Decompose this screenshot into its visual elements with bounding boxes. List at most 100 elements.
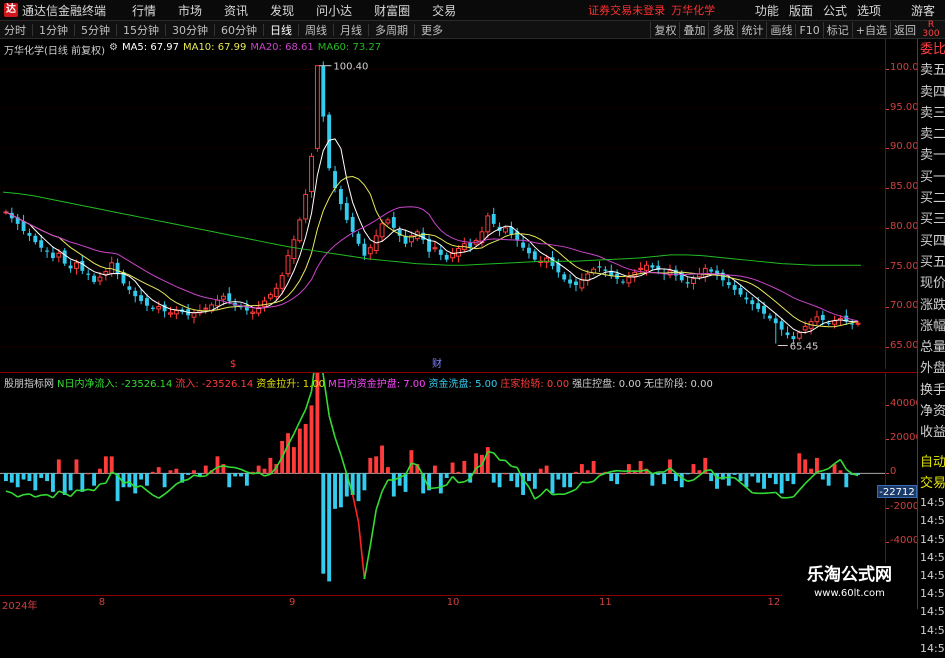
candle-body	[768, 316, 772, 319]
period-monthly[interactable]: 月线	[336, 22, 366, 38]
candle-body	[380, 224, 384, 237]
period-daily[interactable]: 日线	[266, 22, 296, 38]
candlestick-chart[interactable]: 100.4065.45$财	[0, 39, 885, 369]
candle	[362, 238, 366, 259]
period-60min[interactable]: 60分钟	[217, 22, 261, 38]
candle	[486, 213, 490, 238]
menu-wealth-circle[interactable]: 财富圈	[374, 2, 410, 19]
overlay-button[interactable]: 叠加	[679, 22, 708, 38]
side-item-12[interactable]: 涨跌	[918, 295, 945, 316]
side-item-8[interactable]: 买三	[918, 209, 945, 230]
menu-formula[interactable]: 公式	[823, 2, 847, 19]
candle-body	[774, 318, 778, 323]
adjust-button[interactable]: 复权	[650, 22, 679, 38]
period-5min[interactable]: 5分钟	[77, 22, 114, 38]
flow-line	[24, 494, 30, 495]
side-item-4[interactable]: 卖二	[918, 124, 945, 145]
side-item-0[interactable]: 委比	[918, 39, 945, 60]
side-lower-item-1[interactable]: 交易	[918, 473, 945, 494]
side-item-9[interactable]: 买四	[918, 231, 945, 252]
side-lower-item-0[interactable]: 自动	[918, 452, 945, 473]
side-item-13[interactable]: 涨幅	[918, 316, 945, 337]
flow-line	[341, 455, 347, 475]
multi-stock-button[interactable]: 多股	[708, 22, 737, 38]
candle-body	[63, 250, 67, 263]
flow-bar	[457, 472, 461, 474]
back-button[interactable]: 返回	[890, 22, 919, 38]
settings-icon[interactable]: ⚙	[109, 42, 118, 57]
period-15min[interactable]: 15分钟	[119, 22, 163, 38]
indicator-tick	[886, 542, 889, 543]
guest-label[interactable]: 游客	[911, 2, 935, 19]
side-item-3[interactable]: 卖三	[918, 103, 945, 124]
draw-line-button[interactable]: 画线	[766, 22, 795, 38]
side-item-10[interactable]: 买五	[918, 252, 945, 273]
side-item-16[interactable]: 换手	[918, 380, 945, 401]
menu-trade[interactable]: 交易	[432, 2, 456, 19]
side-item-2[interactable]: 卖四	[918, 82, 945, 103]
candle-body	[339, 189, 343, 204]
flow-bar	[627, 464, 631, 473]
stats-button[interactable]: 统计	[737, 22, 766, 38]
period-intraday[interactable]: 分时	[0, 22, 30, 38]
side-item-7[interactable]: 买二	[918, 188, 945, 209]
period-toolbar: 分时 1分钟 5分钟 15分钟 30分钟 60分钟 日线 周线 月线 多周期 更…	[0, 21, 945, 39]
side-item-6[interactable]: 买一	[918, 167, 945, 188]
period-multi[interactable]: 多周期	[371, 22, 412, 38]
indicator-chart[interactable]	[0, 372, 885, 595]
price-tick-label: 75.00	[890, 261, 919, 272]
mark-button[interactable]: 标记	[823, 22, 852, 38]
flow-line	[241, 469, 247, 472]
flow-bar	[57, 459, 61, 473]
side-time-2: 14:56	[918, 531, 945, 549]
flow-line	[511, 466, 517, 467]
menu-quotes[interactable]: 行情	[132, 2, 156, 19]
candle	[656, 260, 660, 274]
flow-bar	[104, 456, 108, 473]
flow-bar	[204, 466, 208, 474]
flow-bar	[692, 464, 696, 473]
candle-body	[451, 253, 455, 257]
flow-bar	[697, 470, 701, 473]
menu-news[interactable]: 资讯	[224, 2, 248, 19]
candle-body	[75, 263, 79, 269]
side-item-1[interactable]: 卖五	[918, 60, 945, 81]
side-item-17[interactable]: 净资	[918, 401, 945, 422]
flow-bar	[245, 473, 249, 485]
period-1min[interactable]: 1分钟	[35, 22, 72, 38]
flow-bar	[110, 456, 114, 473]
candle-body	[786, 332, 790, 335]
f10-button[interactable]: F10	[795, 24, 822, 37]
side-item-18[interactable]: 收益	[918, 422, 945, 443]
candle	[815, 311, 819, 325]
candle-body	[104, 272, 108, 275]
menu-layout[interactable]: 版面	[789, 2, 813, 19]
period-weekly[interactable]: 周线	[301, 22, 331, 38]
login-status[interactable]: 证券交易未登录	[588, 2, 665, 18]
menu-function[interactable]: 功能	[755, 2, 779, 19]
flow-bar	[227, 473, 231, 487]
side-item-11[interactable]: 现价	[918, 273, 945, 294]
price-tick-label: 80.00	[890, 221, 919, 232]
ma60-line	[3, 192, 861, 265]
menu-market[interactable]: 市场	[178, 2, 202, 19]
side-item-14[interactable]: 总量	[918, 337, 945, 358]
flow-bar	[656, 473, 660, 475]
side-panel-header[interactable]: R 300	[917, 21, 945, 39]
menu-discover[interactable]: 发现	[270, 2, 294, 19]
stock-name: 万华化学	[671, 2, 715, 18]
candle	[327, 112, 331, 170]
flow-line	[529, 487, 535, 499]
price-tick-label: 100.0	[890, 62, 919, 73]
side-item-15[interactable]: 外盘	[918, 358, 945, 379]
candle	[739, 286, 743, 297]
candle-body	[80, 261, 84, 271]
add-favorite-button[interactable]: +自选	[852, 22, 890, 38]
watermark-url: www.60lt.com	[782, 587, 917, 601]
candle-body	[709, 269, 713, 271]
side-item-5[interactable]: 卖一	[918, 145, 945, 166]
period-more[interactable]: 更多	[417, 22, 447, 38]
menu-options[interactable]: 选项	[857, 2, 881, 19]
menu-ask[interactable]: 问小达	[316, 2, 352, 19]
period-30min[interactable]: 30分钟	[168, 22, 212, 38]
